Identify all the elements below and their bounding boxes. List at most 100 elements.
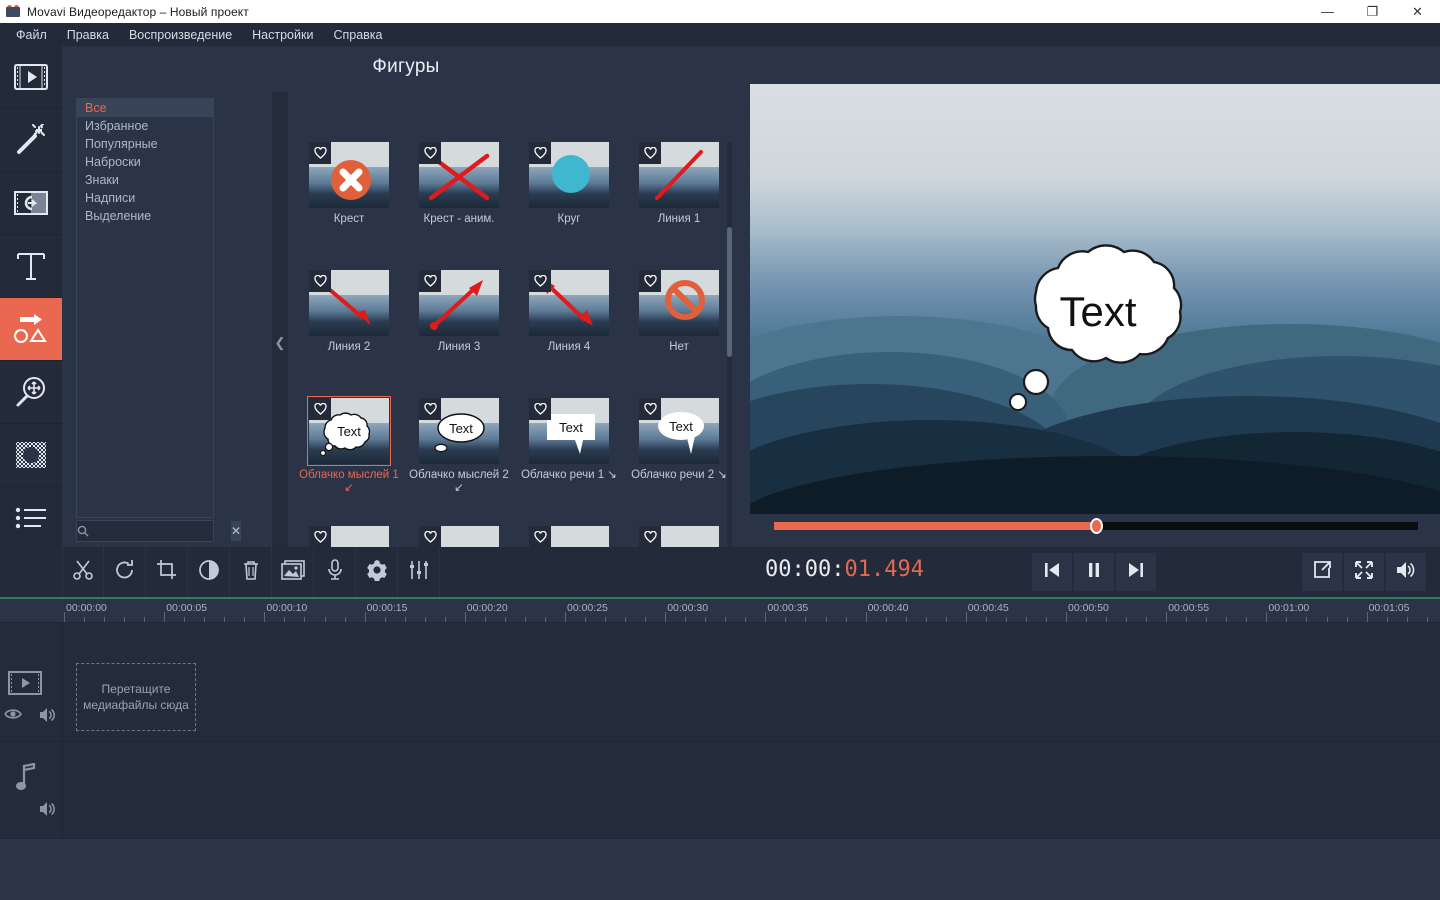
shape-item[interactable]: Линия 1 [624,142,734,226]
ruler-tick [304,617,306,622]
shape-thumbnail[interactable] [419,270,499,336]
menu-edit[interactable]: Правка [57,23,119,46]
favorite-heart-icon[interactable] [639,270,661,292]
shape-item[interactable]: Линия 4 [514,270,624,354]
restore-button[interactable]: ❐ [1350,0,1395,23]
shape-thumbnail[interactable]: Text [639,398,719,464]
rotate-button[interactable] [104,547,146,597]
seek-handle[interactable] [1090,518,1103,534]
crop-button[interactable] [146,547,188,597]
minimize-button[interactable]: — [1305,0,1350,23]
audio-button[interactable] [314,547,356,597]
prev-frame-button[interactable] [1032,553,1072,591]
favorite-heart-icon[interactable] [309,526,331,548]
search-input[interactable] [89,525,231,537]
category-sketches[interactable]: Наброски [77,153,213,171]
video-preview[interactable]: Text [750,84,1440,514]
favorite-heart-icon[interactable] [419,142,441,164]
shape-thumbnail[interactable]: Text [419,398,499,464]
seek-fill [774,522,1096,530]
sidebar-item-titles[interactable] [0,235,62,298]
sidebar-item-import[interactable] [0,46,62,109]
favorite-heart-icon[interactable] [309,398,331,420]
favorite-heart-icon[interactable] [419,398,441,420]
clear-search-icon[interactable]: ✕ [231,521,242,541]
preview-seek-bar[interactable] [774,518,1418,534]
shape-thumbnail[interactable]: Text [529,398,609,464]
favorite-heart-icon[interactable] [529,526,551,548]
fullscreen-button[interactable] [1344,553,1384,591]
equalizer-button[interactable] [398,547,440,597]
shape-item[interactable]: Крест - аним. [404,142,514,226]
video-mute-toggle[interactable] [38,707,58,728]
window-title: Movavi Видеоредактор – Новый проект [27,4,249,19]
close-button[interactable]: ✕ [1395,0,1440,23]
video-visibility-toggle[interactable] [4,707,22,726]
sidebar-item-chromakey[interactable] [0,424,62,487]
shape-thumbnail[interactable] [529,270,609,336]
pause-button[interactable] [1074,553,1114,591]
shape-thumbnail[interactable] [529,142,609,208]
shape-item[interactable]: Линия 2 [294,270,404,354]
favorite-heart-icon[interactable] [529,270,551,292]
thought-bubble-overlay[interactable]: Text [978,232,1218,417]
sidebar-item-shapes[interactable] [0,298,62,361]
favorite-heart-icon[interactable] [639,142,661,164]
menu-file[interactable]: Файл [6,23,57,46]
shape-label: Облачко речи 1 ↘ [521,469,617,481]
menu-help[interactable]: Справка [323,23,392,46]
audio-mute-toggle[interactable] [38,801,58,822]
category-favorites[interactable]: Избранное [77,117,213,135]
sidebar-item-panzoom[interactable] [0,361,62,424]
favorite-heart-icon[interactable] [529,142,551,164]
shape-item[interactable]: Text Облачко речи 1 ↘ [514,398,624,482]
color-button[interactable] [188,547,230,597]
ruler-tick [204,617,206,622]
shape-label: Линия 2 [327,341,371,353]
shape-item[interactable]: Text Облачко мыслей 2 ↙ [404,398,514,495]
category-highlight[interactable]: Выделение [77,207,213,225]
stabilize-button[interactable] [272,547,314,597]
shape-label: Облачко речи 2 ↘ [631,469,727,481]
favorite-heart-icon[interactable] [419,526,441,548]
category-popular[interactable]: Популярные [77,135,213,153]
shape-thumbnail[interactable] [419,142,499,208]
delete-button[interactable] [230,547,272,597]
shape-thumbnail[interactable] [309,270,389,336]
snapshot-button[interactable] [1302,553,1342,591]
timeline-ruler[interactable]: 00:00:00 00:00:05 00:00:10 00:00:15 00:00:20… [0,599,1440,623]
menu-settings[interactable]: Настройки [242,23,323,46]
shapes-scrollbar[interactable] [727,142,732,587]
shape-item[interactable]: Text Облачко речи 2 ↘ [624,398,734,482]
volume-button[interactable] [1386,553,1426,591]
properties-button[interactable] [356,547,398,597]
shape-item[interactable]: Text Облачко мыслей 1 ↙ [294,396,404,495]
favorite-heart-icon[interactable] [639,398,661,420]
favorite-heart-icon[interactable] [529,398,551,420]
favorite-heart-icon[interactable] [419,270,441,292]
shape-thumbnail[interactable] [639,142,719,208]
menu-playback[interactable]: Воспроизведение [119,23,242,46]
title-bar: Movavi Видеоредактор – Новый проект — ❐ … [0,0,1440,23]
shape-item[interactable]: Крест [294,142,404,226]
shape-thumbnail[interactable] [309,142,389,208]
sidebar-item-transitions[interactable] [0,172,62,235]
category-signs[interactable]: Знаки [77,171,213,189]
favorite-heart-icon[interactable] [639,526,661,548]
category-all[interactable]: Все [77,99,213,117]
sidebar-item-filters[interactable] [0,109,62,172]
sidebar-item-more[interactable] [0,487,62,550]
shape-thumbnail[interactable] [639,270,719,336]
shape-item[interactable]: Линия 3 [404,270,514,354]
shape-item[interactable]: Нет [624,270,734,354]
svg-text:Text: Text [559,420,583,435]
collapse-panel-button[interactable]: ❮ [272,92,288,593]
split-button[interactable] [62,547,104,597]
favorite-heart-icon[interactable] [309,142,331,164]
media-dropzone[interactable]: Перетащите медиафайлы сюда [76,663,196,731]
favorite-heart-icon[interactable] [309,270,331,292]
next-frame-button[interactable] [1116,553,1156,591]
category-captions[interactable]: Надписи [77,189,213,207]
shape-thumbnail[interactable]: Text [307,396,391,466]
shape-item[interactable]: Круг [514,142,624,226]
